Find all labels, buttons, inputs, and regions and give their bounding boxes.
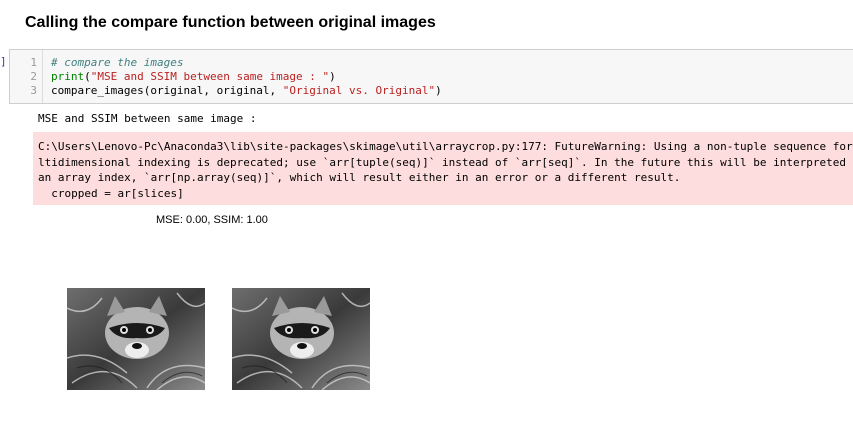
line-number: 2: [30, 70, 37, 83]
code-editor[interactable]: # compare the images print("MSE and SSIM…: [51, 56, 442, 98]
code-print-keyword: print: [51, 70, 85, 83]
code-string: "MSE and SSIM between same image : ": [90, 70, 330, 83]
metric-title: MSE: 0.00, SSIM: 1.00: [156, 214, 268, 226]
code-cell[interactable]: 1 2 3 # compare the images print("MSE an…: [9, 49, 853, 104]
line-number: 1: [30, 56, 37, 69]
section-heading: Calling the compare function between ori…: [25, 14, 436, 31]
line-number: 3: [30, 84, 37, 97]
warning-line: ltidimensional indexing is deprecated; u…: [38, 155, 853, 169]
code-string: "Original vs. Original": [282, 84, 436, 97]
warning-line: cropped = ar[slices]: [38, 186, 184, 200]
warning-line: C:\Users\Lenovo-Pc\Anaconda3\lib\site-pa…: [38, 140, 853, 153]
code-comment: # compare the images: [51, 56, 184, 69]
stdout-output: MSE and SSIM between same image :: [38, 112, 257, 125]
raccoon-photo-icon: [232, 288, 370, 390]
code-call: compare_images(original, original,: [51, 84, 283, 97]
raccoon-photo-icon: [67, 288, 205, 390]
warning-line: an array index, `arr[np.array(seq)]`, wh…: [38, 171, 681, 184]
stderr-output: C:\Users\Lenovo-Pc\Anaconda3\lib\site-pa…: [33, 132, 853, 205]
original-image-right: [232, 288, 370, 390]
line-number-gutter: 1 2 3: [10, 50, 43, 103]
original-image-left: [67, 288, 205, 390]
